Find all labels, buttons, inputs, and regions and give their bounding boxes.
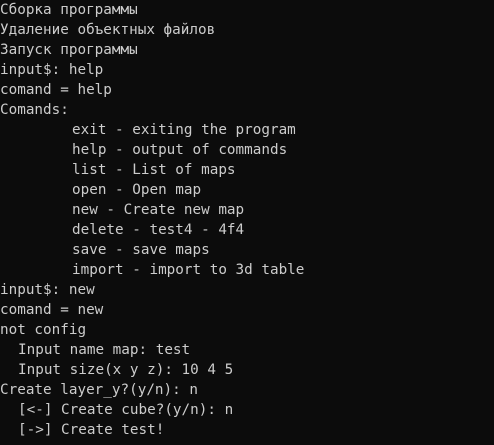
prompt-line: input$: help <box>0 62 104 78</box>
command-help-item: help - output of commands <box>72 142 288 158</box>
output-line: [->] Create test! <box>18 422 165 438</box>
output-line: Запуск программы <box>0 42 138 58</box>
output-line: comand = new <box>0 302 104 318</box>
command-help-item: open - Open map <box>72 182 202 198</box>
output-line: Comands: <box>0 102 69 118</box>
output-line: Сборка программы <box>0 2 138 18</box>
output-line: Input name map: test <box>18 342 191 358</box>
output-line: comand = help <box>0 82 112 98</box>
command-help-item: delete - test4 - 4f4 <box>72 222 245 238</box>
command-help-item: list - List of maps <box>72 162 236 178</box>
command-help-item: import - import to 3d table <box>72 262 305 278</box>
command-help-item: new - Create new map <box>72 202 245 218</box>
output-line: not config <box>0 322 87 338</box>
output-line: [<-] Create cube?(y/n): n <box>18 402 234 418</box>
prompt-line: input$: new <box>0 282 95 298</box>
output-line: Create layer_y?(y/n): n <box>0 382 198 398</box>
terminal-window[interactable]: Сборка программы Удаление объектных файл… <box>0 0 494 445</box>
command-help-item: exit - exiting the program <box>72 122 296 138</box>
command-help-item: save - save maps <box>72 242 210 258</box>
output-line: Input size(x y z): 10 4 5 <box>18 362 234 378</box>
output-line: Удаление объектных файлов <box>0 22 216 38</box>
